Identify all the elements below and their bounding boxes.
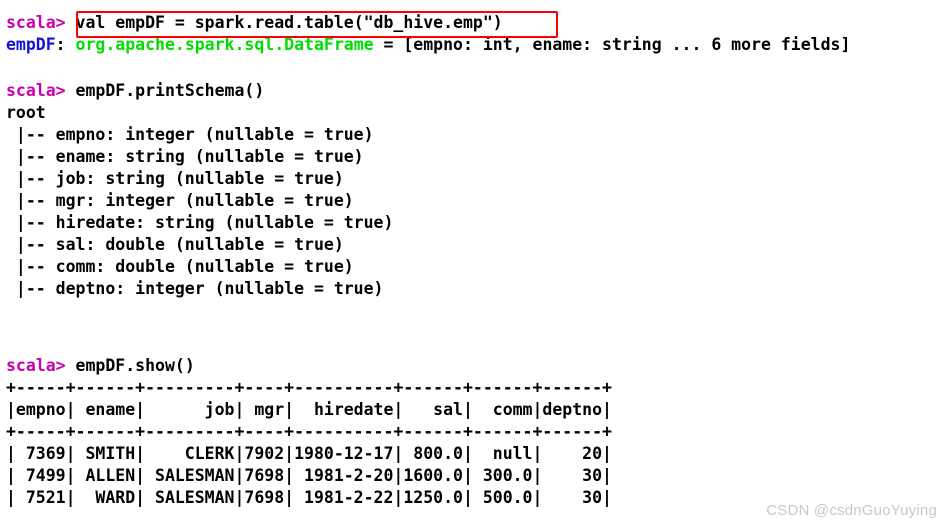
shell-prompt: scala> (6, 81, 76, 100)
table-header-row: |empno| ename| job| mgr| hiredate| sal| … (6, 400, 612, 419)
shell-prompt: scala> (6, 356, 76, 375)
schema-field-comm: |-- comm: double (nullable = true) (6, 257, 354, 276)
schema-field-job: |-- job: string (nullable = true) (6, 169, 344, 188)
schema-field-hiredate: |-- hiredate: string (nullable = true) (6, 213, 394, 232)
command-block-read-table: scala> val empDF = spark.read.table("db_… (0, 12, 850, 56)
schema-root-label: root (6, 103, 46, 122)
command-line-1[interactable]: scala> val empDF = spark.read.table("db_… (0, 12, 850, 34)
schema-field-deptno: |-- deptno: integer (nullable = true) (6, 279, 384, 298)
schema-field-mgr: |-- mgr: integer (nullable = true) (6, 191, 354, 210)
scala-repl-terminal[interactable]: scala> val empDF = spark.read.table("db_… (0, 0, 949, 527)
command-line-2[interactable]: scala> empDF.printSchema() (0, 80, 393, 102)
result-variable-name: empDF (6, 35, 56, 54)
command-text-2: empDF.printSchema() (75, 81, 265, 100)
schema-field-ename: |-- ename: string (nullable = true) (6, 147, 364, 166)
command-text-1: val empDF = spark.read.table("db_hive.em… (75, 13, 503, 32)
table-row: | 7521| WARD| SALESMAN|7698| 1981-2-22|1… (6, 488, 612, 507)
result-line-1: empDF: org.apache.spark.sql.DataFrame = … (0, 34, 850, 56)
table-row: | 7369| SMITH| CLERK|7902|1980-12-17| 80… (6, 444, 612, 463)
schema-field-sal: |-- sal: double (nullable = true) (6, 235, 344, 254)
command-block-show: scala> empDF.show() +-----+------+------… (0, 355, 612, 509)
command-line-3[interactable]: scala> empDF.show() (0, 355, 612, 377)
command-text-3: empDF.show() (75, 356, 195, 375)
command-block-print-schema: scala> empDF.printSchema() root |-- empn… (0, 80, 393, 300)
schema-field-empno: |-- empno: integer (nullable = true) (6, 125, 374, 144)
table-rule-mid: +-----+------+---------+----+----------+… (6, 422, 612, 441)
csdn-watermark: CSDN @csdnGuoYuying (766, 502, 937, 519)
result-separator: : (55, 35, 76, 54)
result-schema-summary: = [empno: int, ename: string ... 6 more … (373, 35, 851, 54)
result-type-name: org.apache.spark.sql.DataFrame (75, 35, 374, 54)
shell-prompt: scala> (6, 13, 76, 32)
table-rule-top: +-----+------+---------+----+----------+… (6, 378, 612, 397)
table-row: | 7499| ALLEN| SALESMAN|7698| 1981-2-20|… (6, 466, 612, 485)
